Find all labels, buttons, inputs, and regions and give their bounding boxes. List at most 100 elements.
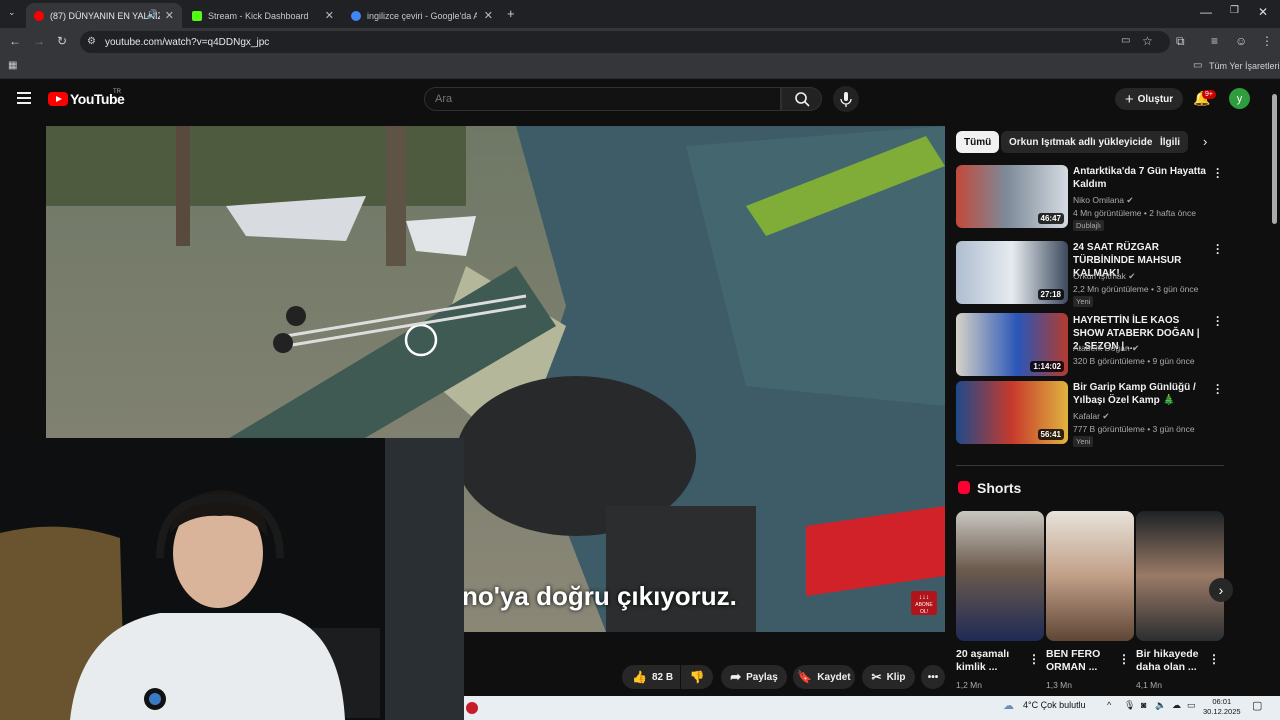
tab-label: Stream - Kick Dashboard: [208, 10, 309, 21]
taskbar-clock[interactable]: 06:01 30.12.2025: [1203, 697, 1241, 717]
hamburger-menu-icon[interactable]: [17, 92, 31, 104]
extensions-icon[interactable]: ⧉: [1176, 34, 1185, 49]
search-input[interactable]: [424, 87, 781, 111]
voice-search-button[interactable]: [833, 86, 859, 112]
cloud-tray-icon[interactable]: ☁: [1172, 700, 1181, 711]
close-tab-icon[interactable]: ✕: [325, 9, 334, 22]
duration-badge: 1:14:02: [1030, 361, 1064, 372]
verified-icon: ✔: [1128, 271, 1136, 281]
recommendation-item[interactable]: 27:18 24 SAAT RÜZGAR TÜRBİNİNDE MAHSUR K…: [956, 239, 1221, 307]
avatar[interactable]: y: [1229, 88, 1250, 109]
video-thumbnail[interactable]: 27:18: [956, 241, 1068, 304]
short-title[interactable]: Bir hikayede daha olan ...: [1136, 648, 1208, 674]
tab-search-icon[interactable]: ⌄: [8, 7, 16, 18]
more-options-icon[interactable]: · · ·: [1216, 239, 1220, 259]
tab-google[interactable]: ingilizce çeviri - Google'da Ara ✕: [343, 3, 501, 28]
more-options-icon[interactable]: · · ·: [1216, 311, 1220, 331]
back-icon[interactable]: ←: [9, 34, 21, 48]
shorts-next-button[interactable]: ›: [1209, 578, 1233, 602]
channel-name[interactable]: Kafalar ✔: [1073, 411, 1109, 422]
short-title[interactable]: BEN FERO ORMAN ...: [1046, 648, 1118, 674]
more-actions-button[interactable]: •••: [921, 665, 945, 689]
share-button[interactable]: ➦ Paylaş: [721, 665, 787, 689]
short-title[interactable]: 20 aşamalı kimlik ...: [956, 648, 1028, 674]
search-icon: [795, 92, 810, 107]
apps-grid-icon[interactable]: ▦: [8, 60, 17, 71]
tray-chevron-icon[interactable]: ^: [1107, 700, 1111, 710]
channel-name[interactable]: Orkun Işıtmak ✔: [1073, 271, 1135, 282]
reload-icon[interactable]: ↻: [57, 34, 67, 48]
close-window-icon[interactable]: ✕: [1258, 5, 1268, 19]
video-thumbnail[interactable]: 1:14:02: [956, 313, 1068, 376]
weather-text[interactable]: 4°C Çok bulutlu: [1023, 700, 1086, 710]
microphone-tray-icon[interactable]: 🎙: [1124, 700, 1135, 711]
filter-chip-related[interactable]: İlgili: [1152, 131, 1188, 153]
site-info-icon[interactable]: ⚙: [87, 36, 96, 47]
chevron-right-icon: ›: [1218, 582, 1224, 598]
chevron-right-icon[interactable]: ›: [1203, 134, 1207, 149]
audio-icon[interactable]: 🔊: [147, 9, 158, 20]
channel-name[interactable]: Niko Omilana ✔: [1073, 195, 1134, 206]
more-options-icon[interactable]: ⋮: [1028, 652, 1040, 666]
country-code: TR: [113, 89, 121, 95]
scrollbar-thumb[interactable]: [1272, 94, 1277, 224]
more-options-icon[interactable]: ⋮: [1208, 652, 1220, 666]
short-thumbnail[interactable]: [956, 511, 1044, 641]
recommendation-title[interactable]: Antarktika'da 7 Gün Hayatta Kaldım: [1073, 165, 1209, 191]
close-tab-icon[interactable]: ✕: [165, 9, 174, 22]
short-thumbnail[interactable]: [1046, 511, 1134, 641]
more-options-icon[interactable]: · · ·: [1216, 163, 1220, 183]
new-tab-icon[interactable]: +: [507, 6, 515, 21]
dislike-button[interactable]: 👎: [681, 665, 713, 689]
duration-badge: 27:18: [1037, 289, 1064, 300]
tab-youtube[interactable]: (87) DÜNYANIN EN YALNIZ 🔊 ✕: [26, 3, 182, 28]
video-thumbnail[interactable]: 46:47: [956, 165, 1068, 228]
forward-icon[interactable]: →: [33, 34, 45, 48]
notification-center-icon[interactable]: ▢: [1252, 699, 1262, 712]
filter-chip-uploader[interactable]: Orkun Işıtmak adlı yükleyiciden: [1001, 131, 1167, 153]
media-control-icon[interactable]: ≡: [1211, 34, 1218, 48]
filter-chip-all[interactable]: Tümü: [956, 131, 1000, 153]
share-label: Paylaş: [746, 671, 778, 683]
youtube-logo-icon[interactable]: [48, 92, 68, 106]
restore-icon[interactable]: ❐: [1230, 5, 1239, 16]
url-text[interactable]: youtube.com/watch?v=q4DDNgx_jpc: [105, 37, 269, 48]
bookmark-star-icon[interactable]: ☆: [1142, 34, 1153, 48]
save-button[interactable]: 🔖 Kaydet: [793, 665, 855, 689]
cast-icon[interactable]: ▭: [1121, 35, 1130, 46]
subscribe-overlay-text: ABONE OL!: [915, 602, 933, 615]
recommendation-title[interactable]: Bir Garip Kamp Günlüğü / Yılbaşı Özel Ka…: [1073, 381, 1209, 407]
webcam-frame: [0, 438, 464, 720]
profile-icon[interactable]: ☺: [1235, 34, 1247, 48]
tab-label: (87) DÜNYANIN EN YALNIZ: [50, 10, 160, 21]
status-badge: Yeni: [1073, 436, 1094, 447]
all-bookmarks[interactable]: Tüm Yer İşaretleri: [1209, 61, 1280, 71]
short-thumbnail[interactable]: [1136, 511, 1224, 641]
scissors-icon: ✂: [871, 670, 882, 684]
tray-icon[interactable]: ◙: [1141, 700, 1146, 710]
create-button[interactable]: + Oluştur: [1115, 88, 1183, 110]
video-thumbnail[interactable]: 56:41: [956, 381, 1068, 444]
app-icon[interactable]: [466, 702, 478, 714]
more-options-icon[interactable]: ⋮: [1118, 652, 1130, 666]
kick-favicon-icon: [192, 10, 202, 21]
close-tab-icon[interactable]: ✕: [484, 9, 493, 22]
volume-icon[interactable]: 🔈: [1155, 700, 1166, 711]
network-icon[interactable]: ▭: [1187, 700, 1196, 711]
clip-button[interactable]: ✂ Klip: [862, 665, 915, 689]
create-label: Oluştur: [1137, 93, 1174, 105]
recommendation-item[interactable]: 56:41 Bir Garip Kamp Günlüğü / Yılbaşı Ö…: [956, 379, 1221, 447]
share-icon: ➦: [730, 669, 742, 684]
weather-icon[interactable]: ☁: [1003, 699, 1014, 712]
minimize-icon[interactable]: —: [1200, 5, 1212, 19]
browser-menu-icon[interactable]: ⋮: [1261, 34, 1273, 48]
recommendation-item[interactable]: 1:14:02 HAYRETTİN İLE KAOS SHOW ATABERK …: [956, 311, 1221, 377]
channel-name[interactable]: Ataberk Doğan ✔: [1073, 343, 1139, 354]
search-button[interactable]: [781, 87, 822, 111]
like-button[interactable]: 👍 82 B: [622, 665, 680, 689]
tab-kick[interactable]: Stream - Kick Dashboard ✕: [184, 3, 342, 28]
channel-name-text: Orkun Işıtmak: [1073, 271, 1126, 281]
recommendation-item[interactable]: 46:47 Antarktika'da 7 Gün Hayatta Kaldım…: [956, 163, 1221, 231]
more-options-icon[interactable]: · · ·: [1216, 379, 1220, 399]
like-count: 82 B: [651, 671, 674, 683]
